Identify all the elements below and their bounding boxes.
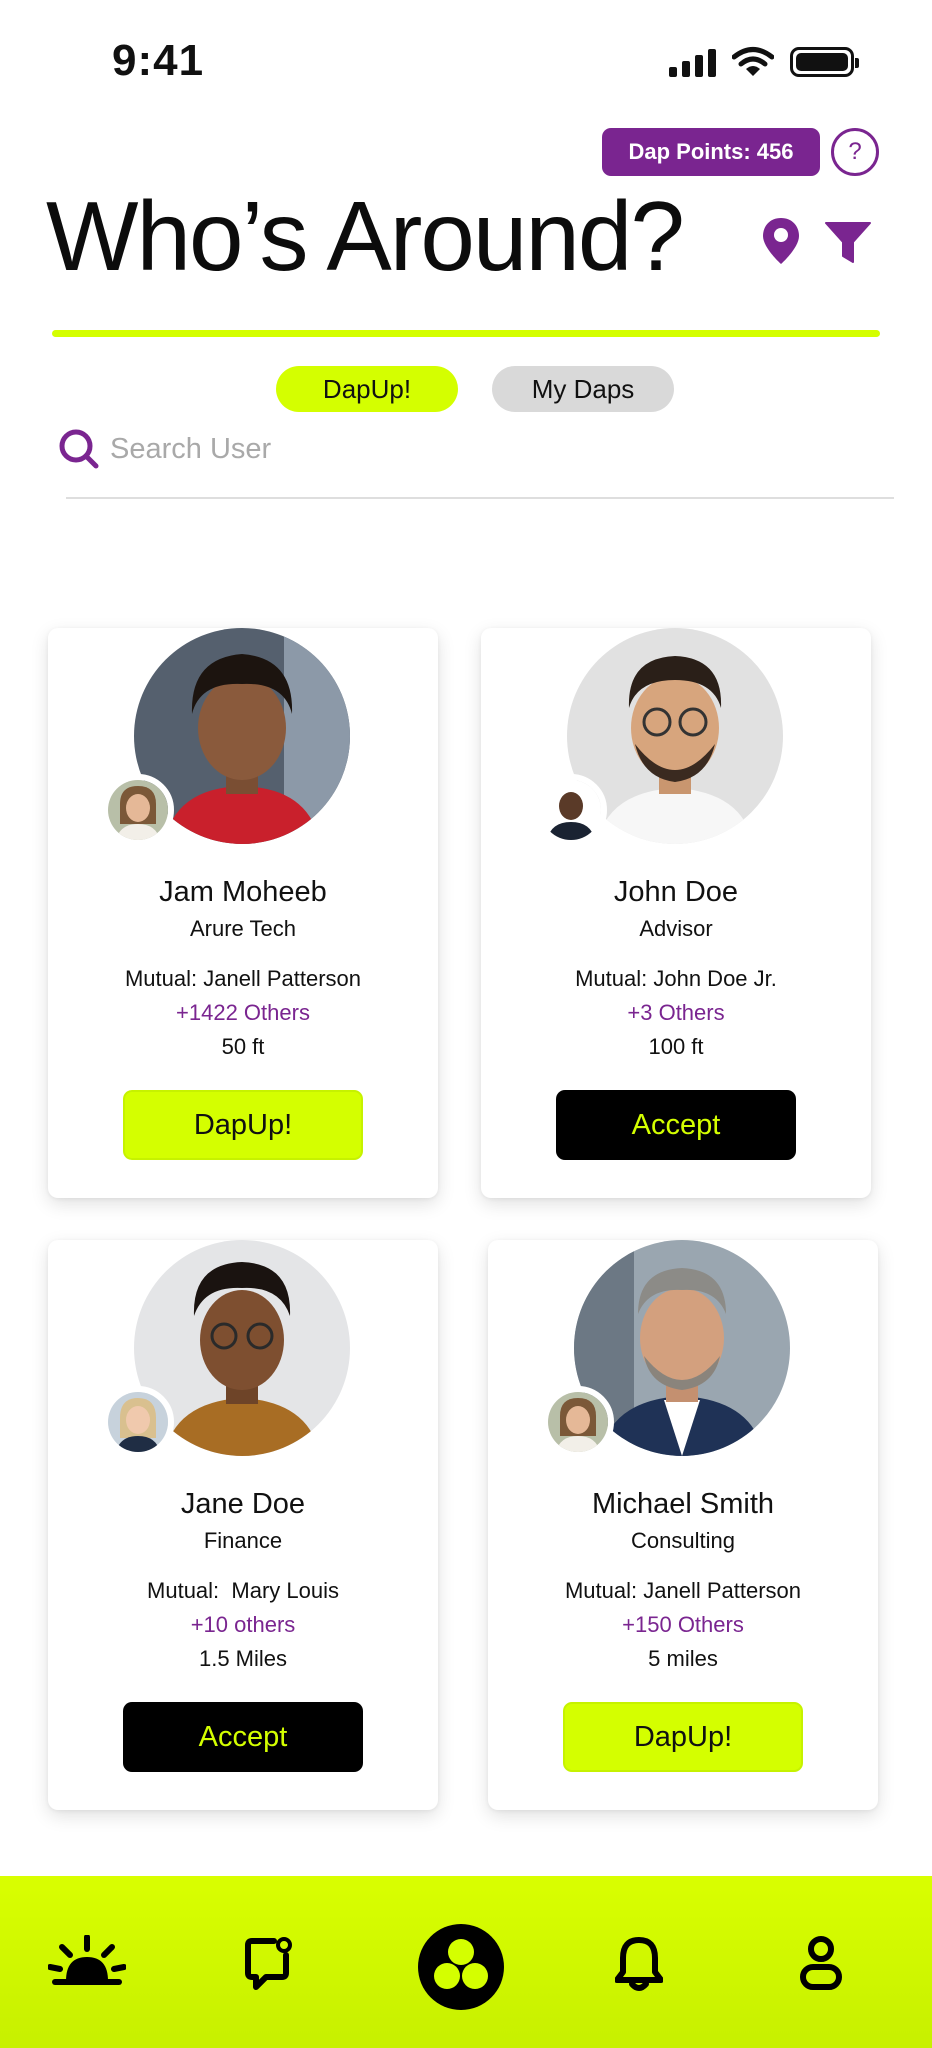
user-company: Advisor [639,916,713,941]
nav-profile[interactable] [794,1928,848,1998]
bottom-nav [0,1876,932,2048]
mutual-connection: Mutual: Mary Louis [147,1578,339,1603]
dapup-button[interactable]: DapUp! [123,1090,363,1160]
screen: 9:41 Dap Points: 456 ? Who’s Around? Dap… [0,0,932,2048]
search-divider [66,497,894,499]
nav-home[interactable] [48,1928,126,1998]
user-card[interactable]: Jam Moheeb Arure Tech Mutual: Janell Pat… [48,628,438,1198]
location-pin-icon[interactable] [760,216,802,266]
mutual-connection: Mutual: John Doe Jr. [575,966,777,991]
user-name: John Doe [613,876,739,908]
accept-button[interactable]: Accept [556,1090,796,1160]
title-accent-line [52,330,880,337]
cellular-signal-icon [669,47,716,77]
battery-icon [790,47,859,77]
dapup-button[interactable]: DapUp! [563,1702,803,1772]
distance: 1.5 Miles [198,1646,288,1671]
user-card[interactable]: Jane Doe Finance Mutual: Mary Louis +10 … [48,1240,438,1810]
mutual-others-link[interactable]: +150 Others [488,1612,878,1638]
profile-icon [800,1936,842,1990]
mutual-others-link[interactable]: +10 others [48,1612,438,1638]
tab-dapup[interactable]: DapUp! [276,366,458,412]
user-name: Jane Doe [180,1488,306,1520]
mutual-avatar [542,1386,614,1458]
nav-messages[interactable] [238,1928,298,1998]
wifi-icon [732,47,774,76]
user-company: Arure Tech [190,916,296,941]
search-input[interactable] [110,426,670,472]
user-card[interactable]: John Doe Advisor Mutual: John Doe Jr. +3… [481,628,871,1198]
mutual-others-link[interactable]: +3 Others [481,1000,871,1026]
tab-my-daps[interactable]: My Daps [492,366,674,412]
search-icon [59,429,99,469]
dap-points-badge[interactable]: Dap Points: 456 [602,128,820,176]
mutual-others-link[interactable]: +1422 Others [48,1000,438,1026]
filter-icon[interactable] [824,220,872,266]
bell-icon [615,1937,663,1991]
chat-notification-icon [245,1937,292,1990]
distance: 100 ft [648,1034,704,1059]
accept-button[interactable]: Accept [123,1702,363,1772]
user-company: Consulting [631,1528,735,1553]
dap-logo-icon [418,1924,504,2010]
status-time: 9:41 [112,36,205,85]
status-icons [669,46,859,78]
help-button[interactable]: ? [831,128,879,176]
mutual-avatar [102,1386,174,1458]
sunrise-icon [48,1935,126,1985]
mutual-avatar [535,774,607,846]
user-name: Jam Moheeb [159,876,327,908]
user-company: Finance [203,1528,283,1553]
distance: 5 miles [648,1646,718,1671]
distance: 50 ft [221,1034,265,1059]
user-card[interactable]: Michael Smith Consulting Mutual: Janell … [488,1240,878,1810]
mutual-avatar [102,774,174,846]
nav-notifications[interactable] [612,1928,666,1998]
mutual-connection: Mutual: Janell Patterson [124,966,362,991]
nav-dap[interactable] [418,1924,504,2010]
page-title: Who’s Around? [46,181,685,291]
user-name: Michael Smith [591,1488,775,1520]
mutual-connection: Mutual: Janell Patterson [564,1578,802,1603]
